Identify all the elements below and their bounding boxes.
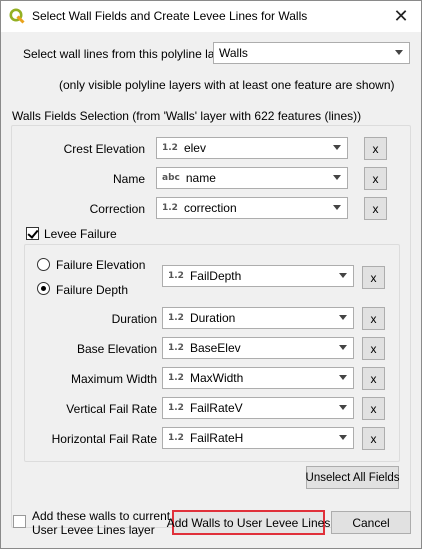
window-title: Select Wall Fields and Create Levee Line… [32, 9, 308, 23]
failure-elevation-radio[interactable] [37, 258, 50, 271]
clear-fail-depth-button[interactable]: x [362, 266, 385, 289]
horizontal-fail-rate-combobox[interactable]: 1.2 FailRateH [162, 427, 354, 449]
name-combobox[interactable]: abc name [156, 167, 348, 189]
failure-depth-label: Failure Depth [56, 283, 129, 297]
crest-elevation-combobox[interactable]: 1.2 elev [156, 137, 348, 159]
failure-depth-radio[interactable] [37, 282, 50, 295]
clear-horizontal-fail-rate-button[interactable]: x [362, 427, 385, 450]
close-button[interactable]: ✕ [381, 1, 421, 32]
levee-failure-label: Levee Failure [44, 227, 117, 241]
fail-depth-combobox[interactable]: 1.2 FailDepth [162, 265, 354, 287]
numeric-field-icon: 1.2 [162, 203, 178, 213]
clear-crest-elevation-button[interactable]: x [364, 137, 387, 160]
layer-combobox[interactable]: Walls [213, 42, 410, 64]
add-walls-button[interactable]: Add Walls to User Levee Lines [167, 510, 330, 535]
base-elevation-value: BaseElev [189, 341, 241, 355]
vertical-fail-rate-label: Vertical Fail Rate [66, 402, 157, 416]
horizontal-fail-rate-value: FailRateH [189, 431, 244, 445]
chevron-down-icon [395, 50, 403, 55]
dialog-window: Select Wall Fields and Create Levee Line… [0, 0, 422, 549]
numeric-field-icon: 1.2 [168, 403, 184, 413]
duration-label: Duration [111, 312, 157, 326]
base-elevation-label: Base Elevation [76, 342, 157, 356]
fail-depth-value: FailDepth [189, 269, 242, 283]
clear-base-elevation-button[interactable]: x [362, 337, 385, 360]
numeric-field-icon: 1.2 [168, 271, 184, 281]
correction-label: Correction [89, 202, 145, 216]
numeric-field-icon: 1.2 [162, 143, 178, 153]
chevron-down-icon [339, 345, 347, 350]
clear-correction-button[interactable]: x [364, 197, 387, 220]
maximum-width-value: MaxWidth [189, 371, 244, 385]
chevron-down-icon [339, 315, 347, 320]
clear-duration-button[interactable]: x [362, 307, 385, 330]
chevron-down-icon [339, 273, 347, 278]
numeric-field-icon: 1.2 [168, 343, 184, 353]
maximum-width-label: Maximum Width [70, 372, 157, 386]
correction-combobox[interactable]: 1.2 correction [156, 197, 348, 219]
crest-elevation-label: Crest Elevation [63, 142, 145, 156]
layer-combobox-value: Walls [219, 46, 248, 60]
chevron-down-icon [333, 205, 341, 210]
chevron-down-icon [333, 175, 341, 180]
crest-elevation-value: elev [183, 141, 206, 155]
chevron-down-icon [339, 405, 347, 410]
failure-elevation-label: Failure Elevation [56, 258, 146, 272]
layer-select-label: Select wall lines from this polyline lay… [23, 47, 232, 61]
walls-fields-title: Walls Fields Selection (from 'Walls' lay… [12, 109, 362, 123]
title-bar: Select Wall Fields and Create Levee Line… [1, 1, 421, 32]
unselect-all-fields-button[interactable]: Unselect All Fields [306, 466, 399, 489]
numeric-field-icon: 1.2 [168, 373, 184, 383]
duration-combobox[interactable]: 1.2 Duration [162, 307, 354, 329]
vertical-fail-rate-combobox[interactable]: 1.2 FailRateV [162, 397, 354, 419]
base-elevation-combobox[interactable]: 1.2 BaseElev [162, 337, 354, 359]
clear-maximum-width-button[interactable]: x [362, 367, 385, 390]
text-field-icon: abc [162, 173, 180, 183]
correction-value: correction [183, 201, 237, 215]
dialog-content: Select wall lines from this polyline lay… [1, 32, 421, 548]
layer-note: (only visible polyline layers with at le… [59, 78, 395, 92]
numeric-field-icon: 1.2 [168, 313, 184, 323]
qgis-logo-icon [9, 8, 25, 24]
numeric-field-icon: 1.2 [168, 433, 184, 443]
maximum-width-combobox[interactable]: 1.2 MaxWidth [162, 367, 354, 389]
cancel-button[interactable]: Cancel [331, 511, 411, 534]
add-to-levee-layer-checkbox[interactable] [13, 515, 26, 528]
name-value: name [185, 171, 216, 185]
chevron-down-icon [339, 375, 347, 380]
add-to-levee-layer-label-line1: Add these walls to current [32, 509, 171, 523]
clear-vertical-fail-rate-button[interactable]: x [362, 397, 385, 420]
chevron-down-icon [339, 435, 347, 440]
levee-failure-checkbox[interactable] [26, 227, 39, 240]
add-to-levee-layer-label-line2: User Levee Lines layer [32, 523, 155, 537]
clear-name-button[interactable]: x [364, 167, 387, 190]
duration-value: Duration [189, 311, 236, 325]
chevron-down-icon [333, 145, 341, 150]
horizontal-fail-rate-label: Horizontal Fail Rate [51, 432, 157, 446]
vertical-fail-rate-value: FailRateV [189, 401, 243, 415]
name-label: Name [112, 172, 145, 186]
